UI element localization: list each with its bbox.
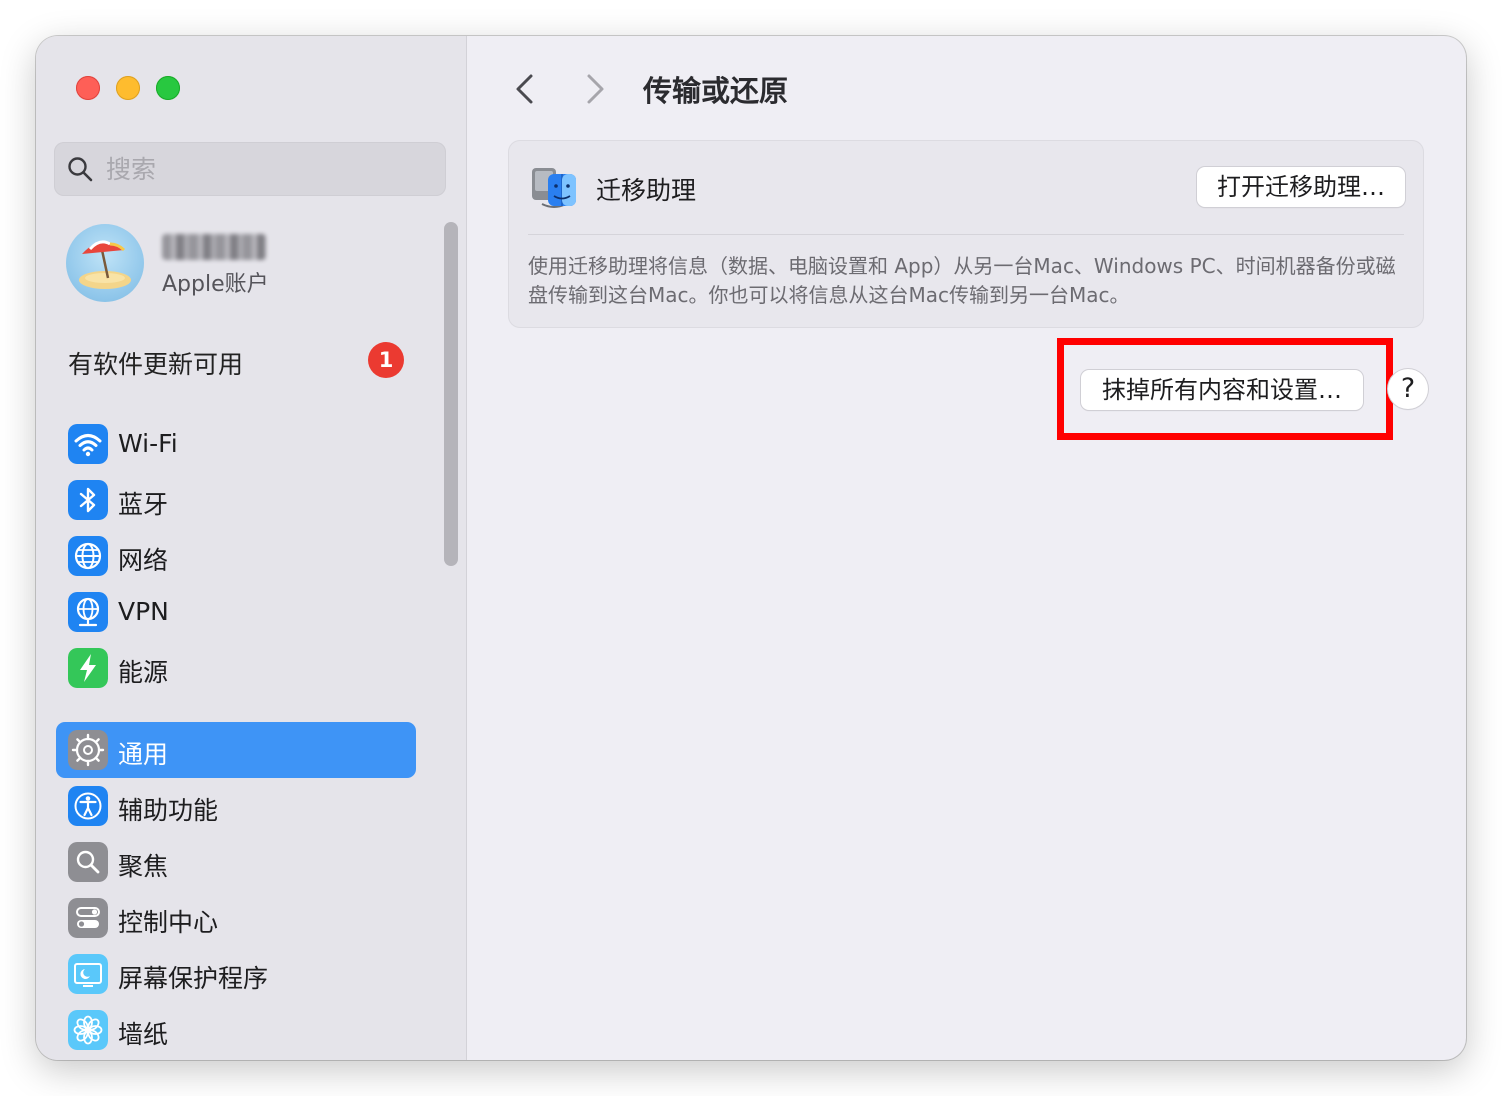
open-migration-assistant-button[interactable]: 打开迁移助理… (1197, 167, 1405, 207)
sidebar-item-control-center[interactable]: 控制中心 (56, 890, 416, 946)
sidebar-item-label: 网络 (118, 546, 169, 575)
sidebar-item-accessibility[interactable]: 辅助功能 (56, 778, 416, 834)
screensaver-icon (68, 954, 108, 994)
help-button[interactable]: ? (1388, 369, 1428, 409)
sidebar-item-label: 控制中心 (118, 908, 219, 937)
sidebar-item-label: 墙纸 (118, 1020, 169, 1049)
beach-umbrella-icon (79, 240, 131, 289)
avatar (66, 224, 144, 302)
minimize-button[interactable] (116, 76, 140, 100)
gear-icon (68, 730, 108, 770)
sidebar-item-label: Wi-Fi (118, 429, 178, 458)
settings-window: Apple账户 有软件更新可用 1 Wi-Fi (36, 36, 1466, 1060)
main-panel: 传输或还原 迁移助理 打开迁移助理… 使用迁移助理将信息（数据、电脑设置和 Ap… (467, 36, 1466, 1060)
card-divider (528, 234, 1404, 235)
sidebar-item-vpn[interactable]: VPN (56, 584, 416, 640)
close-button[interactable] (76, 76, 100, 100)
sidebar: Apple账户 有软件更新可用 1 Wi-Fi (36, 36, 467, 1060)
account-name-blurred (162, 234, 266, 260)
sidebar-scrollbar[interactable] (444, 222, 458, 566)
search-icon (68, 157, 93, 182)
sidebar-item-general[interactable]: 通用 (56, 722, 416, 778)
search-field[interactable] (54, 142, 446, 196)
sidebar-item-label: 聚焦 (118, 852, 169, 881)
migration-assistant-card: 迁移助理 打开迁移助理… 使用迁移助理将信息（数据、电脑设置和 App）从另一台… (508, 140, 1424, 328)
sidebar-item-label: 通用 (118, 740, 169, 769)
sidebar-item-wallpaper[interactable]: 墙纸 (56, 1002, 416, 1058)
bolt-icon (68, 648, 108, 688)
flower-icon (68, 1010, 108, 1050)
sidebar-item-spotlight[interactable]: 聚焦 (56, 834, 416, 890)
sidebar-item-network[interactable]: 网络 (56, 528, 416, 584)
sidebar-item-label: 能源 (118, 658, 169, 687)
sidebar-item-screensaver[interactable]: 屏幕保护程序 (56, 946, 416, 1002)
control-center-icon (68, 898, 108, 938)
page-title: 传输或还原 (643, 74, 789, 108)
apple-account[interactable]: Apple账户 (66, 222, 446, 304)
bluetooth-icon (68, 480, 108, 520)
zoom-button[interactable] (156, 76, 180, 100)
sidebar-item-label: VPN (118, 597, 169, 626)
vpn-globe-icon (68, 592, 108, 632)
account-subtitle: Apple账户 (162, 272, 269, 297)
update-count-badge: 1 (368, 342, 404, 378)
migration-assistant-title: 迁移助理 (596, 176, 697, 205)
forward-chevron-icon[interactable] (575, 68, 615, 110)
sidebar-item-label: 辅助功能 (118, 796, 219, 825)
migration-assistant-description: 使用迁移助理将信息（数据、电脑设置和 App）从另一台Mac、Windows P… (528, 254, 1396, 307)
migration-assistant-icon (532, 168, 576, 208)
software-update-row[interactable]: 有软件更新可用 1 (54, 332, 414, 390)
sidebar-item-energy[interactable]: 能源 (56, 640, 416, 696)
red-highlight-box (1057, 338, 1393, 440)
sidebar-item-label: 屏幕保护程序 (118, 964, 269, 993)
sidebar-item-bluetooth[interactable]: 蓝牙 (56, 472, 416, 528)
magnifier-icon (68, 842, 108, 882)
sidebar-item-label: 蓝牙 (118, 490, 169, 519)
sidebar-item-wifi[interactable]: Wi-Fi (56, 416, 416, 472)
accessibility-icon (68, 786, 108, 826)
software-update-label: 有软件更新可用 (68, 350, 244, 379)
search-input[interactable] (106, 142, 436, 196)
globe-icon (68, 536, 108, 576)
wifi-icon (68, 424, 108, 464)
back-chevron-icon[interactable] (505, 68, 545, 110)
